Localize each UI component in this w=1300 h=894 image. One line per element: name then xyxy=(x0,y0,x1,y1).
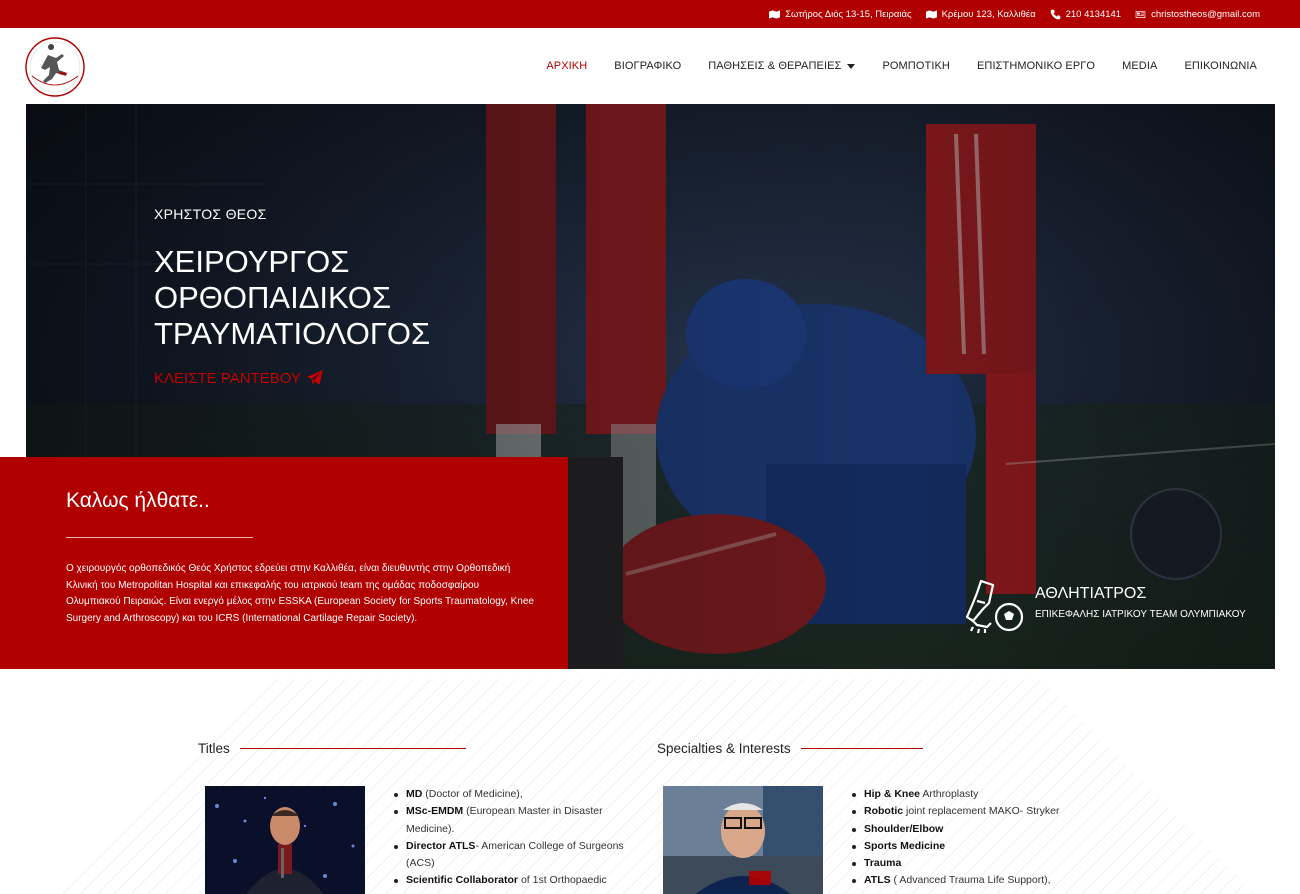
top-bar-contacts: Σωτήρος Διός 13-15, Πειραιάς Κρέμου 123,… xyxy=(769,0,1260,28)
phone-label: 210 4134141 xyxy=(1065,8,1122,20)
map-icon xyxy=(769,9,781,19)
doctor-stadium-photo xyxy=(663,786,823,894)
specialties-heading: Specialties & Interests xyxy=(657,741,923,756)
book-appointment-label: ΚΛΕΙΣΤΕ ΡΑΝΤΕΒΟΥ xyxy=(154,369,301,387)
list-item: Shoulder/Elbow xyxy=(852,821,1092,838)
list-item: Director ATLS- American College of Surge… xyxy=(394,838,634,873)
hero-title: ΧΕΙΡΟΥΡΓΟΣ ΟΡΘΟΠΑΙΔΙΚΟΣ ΤΡΑΥΜΑΤΙΟΛΟΓΟΣ xyxy=(154,244,430,352)
welcome-side-strip xyxy=(568,457,623,669)
sports-doctor-badge: ΑΘΛΗΤΙΑΤΡΟΣ ΕΠΙΚΕΦΑΛΗΣ ΙΑΤΡΙΚΟΥ TEAM ΟΛΥ… xyxy=(965,577,1246,637)
list-item: Trauma xyxy=(852,855,1092,872)
specialties-list: Hip & Knee Arthroplasty Robotic joint re… xyxy=(852,786,1092,890)
nav-item-robotics[interactable]: ΡΟΜΠΟΤΙΚΗ xyxy=(882,60,950,72)
map-icon xyxy=(925,9,937,19)
doctor-speaking-photo xyxy=(205,786,365,894)
list-item: MD (Doctor of Medicine), xyxy=(394,786,634,803)
phone-link[interactable]: 210 4134141 xyxy=(1050,9,1121,20)
welcome-divider xyxy=(66,537,253,538)
address-kallithea-label: Κρέμου 123, Καλλιθέα xyxy=(941,8,1036,20)
address-piraeus-label: Σωτήρος Διός 13-15, Πειραιάς xyxy=(785,8,912,20)
welcome-text: Ο χειρουργός ορθοπεδικός Θεός Χρήστος εδ… xyxy=(66,563,534,624)
titles-list: MD (Doctor of Medicine), MSc-EMDM (Europ… xyxy=(394,786,634,890)
phone-icon xyxy=(1050,9,1060,19)
main-nav: ΑΡΧΙΚΗ ΒΙΟΓΡΑΦΙΚΟ ΠΑΘΗΣΕΙΣ & ΘΕΡΑΠΕΙΕΣ Ρ… xyxy=(546,28,1257,104)
nav-item-scientific-work[interactable]: ΕΠΙΣΤΗΜΟΝΙΚΟ ΕΡΓΟ xyxy=(977,60,1095,72)
badge-title: ΑΘΛΗΤΙΑΤΡΟΣ xyxy=(1035,585,1147,602)
specialties-heading-line xyxy=(800,748,923,749)
welcome-panel: Καλως ήλθατε.. Ο χειρουργός ορθοπεδικός … xyxy=(0,457,568,669)
email-label: christostheos@gmail.com xyxy=(1151,8,1260,20)
list-item: ATLS ( Advanced Trauma Life Support), xyxy=(852,872,1092,889)
titles-heading: Titles xyxy=(198,741,466,756)
envelope-icon xyxy=(1135,10,1146,18)
football-boot-icon xyxy=(965,579,1024,634)
list-item: MSc-EMDM (European Master in Disaster Me… xyxy=(394,803,634,838)
list-item: Sports Medicine xyxy=(852,838,1092,855)
list-item: Robotic joint replacement MAKO- Stryker xyxy=(852,803,1092,820)
badge-text: ΑΘΛΗΤΙΑΤΡΟΣ ΕΠΙΚΕΦΑΛΗΣ ΙΑΤΡΙΚΟΥ TEAM ΟΛΥ… xyxy=(1035,577,1246,620)
nav-item-home[interactable]: ΑΡΧΙΚΗ xyxy=(546,60,587,72)
hero-title-line: ΟΡΘΟΠΑΙΔΙΚΟΣ xyxy=(154,280,392,315)
hero-title-line: ΧΕΙΡΟΥΡΓΟΣ xyxy=(154,244,350,279)
welcome-heading: Καλως ήλθατε.. xyxy=(66,489,210,512)
nav-item-media[interactable]: MEDIA xyxy=(1122,60,1157,72)
nav-item-biography[interactable]: ΒΙΟΓΡΑΦΙΚΟ xyxy=(614,60,681,72)
email-link[interactable]: christostheos@gmail.com xyxy=(1135,9,1260,20)
list-item: Scientific Collaborator of 1st Orthopaed… xyxy=(394,872,634,889)
doctor-name: ΧΡΗΣΤΟΣ ΘΕΟΣ xyxy=(154,206,267,222)
titles-heading-line xyxy=(239,748,466,749)
nav-item-conditions[interactable]: ΠΑΘΗΣΕΙΣ & ΘΕΡΑΠΕΙΕΣ xyxy=(708,60,856,72)
site-header: ΑΡΧΙΚΗ ΒΙΟΓΡΑΦΙΚΟ ΠΑΘΗΣΕΙΣ & ΘΕΡΑΠΕΙΕΣ Ρ… xyxy=(0,28,1300,104)
list-item: Hip & Knee Arthroplasty xyxy=(852,786,1092,803)
chevron-down-icon xyxy=(847,63,856,69)
paper-plane-icon xyxy=(307,370,323,385)
top-bar: Σωτήρος Διός 13-15, Πειραιάς Κρέμου 123,… xyxy=(0,0,1300,28)
badge-subtitle: ΕΠΙΚΕΦΑΛΗΣ ΙΑΤΡΙΚΟΥ TEAM ΟΛΥΜΠΙΑΚΟΥ xyxy=(1035,609,1246,620)
book-appointment-link[interactable]: ΚΛΕΙΣΤΕ ΡΑΝΤΕΒΟΥ xyxy=(154,369,324,387)
titles-specialties-section: Titles MD (Doctor of Medicine), MSc-EMDM… xyxy=(0,669,1300,894)
address-piraeus[interactable]: Σωτήρος Διός 13-15, Πειραιάς xyxy=(769,8,912,20)
nav-item-contact[interactable]: ΕΠΙΚΟΙΝΩΝΙΑ xyxy=(1184,60,1257,72)
address-kallithea[interactable]: Κρέμου 123, Καλλιθέα xyxy=(925,8,1036,20)
hero-title-line: ΤΡΑΥΜΑΤΙΟΛΟΓΟΣ xyxy=(154,316,431,351)
site-logo[interactable] xyxy=(24,36,86,98)
